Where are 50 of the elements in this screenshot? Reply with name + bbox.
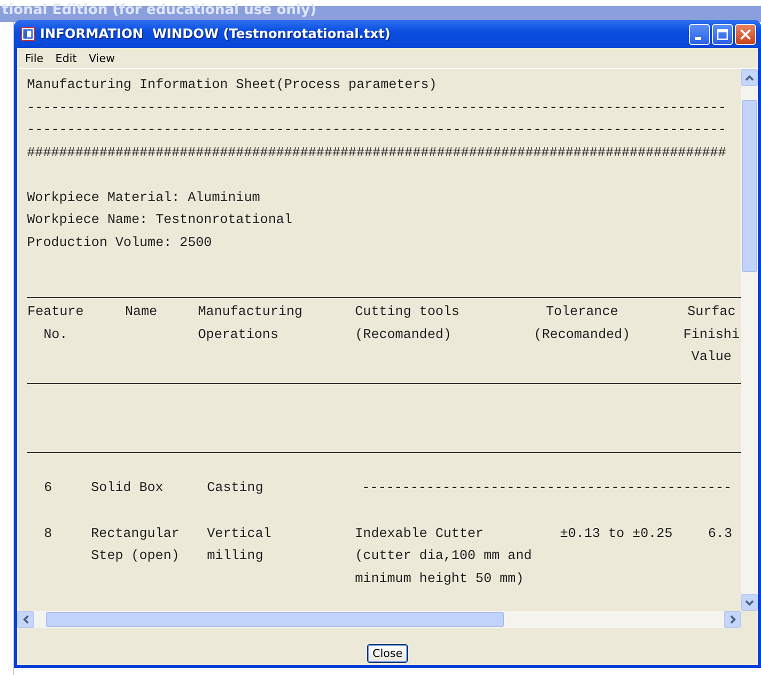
separator-line: --------------------------------------------------------------------------------------- [27, 100, 728, 118]
table-cell-text: ---------------------------------------------- [361, 480, 733, 498]
menu-item[interactable]: File [21, 52, 48, 64]
maximize-icon [717, 28, 728, 40]
column-header: No. [43, 326, 68, 344]
horizontal-scrollbar[interactable] [17, 611, 741, 628]
info-line: Workpiece Name: Testnonrotational [27, 212, 294, 230]
scroll-thumb[interactable] [742, 100, 757, 272]
maximize-button[interactable] [712, 24, 733, 44]
window-title: INFORMATION WINDOW (Testnonrotational.txt) [40, 26, 392, 42]
window-icon [21, 27, 35, 41]
minimize-icon [695, 36, 701, 40]
column-header: (Recomanded) [355, 326, 452, 344]
info-line: Production Volume: 2500 [27, 234, 213, 252]
scroll-left-button[interactable] [17, 611, 34, 628]
close-button[interactable]: Close [366, 644, 408, 663]
menu-item[interactable]: View [84, 52, 119, 64]
separator-line: ####################################################################################### [27, 144, 728, 162]
scroll-down-button[interactable] [741, 594, 758, 611]
table-cell-text: Indexable Cutter (cutter dia,100 mm and minimum height 50 mm) [355, 526, 533, 588]
separator-line: --------------------------------------------------------------------------------------- [27, 122, 728, 140]
info-line: Workpiece Material: Aluminium [27, 190, 262, 208]
column-header: Surfac [687, 304, 736, 322]
column-header: Tolerance [546, 304, 618, 322]
vertical-scrollbar[interactable] [741, 69, 758, 611]
column-header: Operations [198, 326, 278, 344]
column-header: Manufacturing [198, 304, 302, 322]
table-cell-text: 8 [43, 526, 54, 544]
column-header: (Recomanded) [534, 326, 630, 344]
table-cell-text: 6 [43, 480, 54, 498]
column-header: Feature [27, 304, 84, 322]
table-cell-text: Rectangular Step (open) [91, 526, 180, 566]
minimize-button[interactable] [689, 24, 710, 44]
close-icon [740, 28, 751, 40]
column-header: Cutting tools [355, 304, 460, 322]
column-header: Value [691, 349, 732, 367]
scroll-thumb[interactable] [46, 612, 504, 627]
table-cell-text: ±0.13 to ±0.25 [560, 526, 674, 544]
table-cell-text: Vertical milling [207, 526, 272, 566]
close-window-button[interactable] [735, 24, 756, 44]
column-header: Finishi [683, 326, 740, 344]
scroll-up-button[interactable] [741, 69, 758, 86]
table-cell-text: Solid Box [91, 480, 164, 498]
scroll-right-button[interactable] [724, 611, 741, 628]
menu-item[interactable]: Edit [51, 52, 81, 64]
table-cell-text: 6.3 [708, 526, 734, 544]
table-cell-text: Casting [207, 480, 264, 498]
column-header: Name [125, 304, 158, 322]
background-window-title: tional Edition (for educational use only) [1, 2, 316, 18]
sheet-heading: Manufacturing Information Sheet(Process parameters) [27, 77, 438, 95]
